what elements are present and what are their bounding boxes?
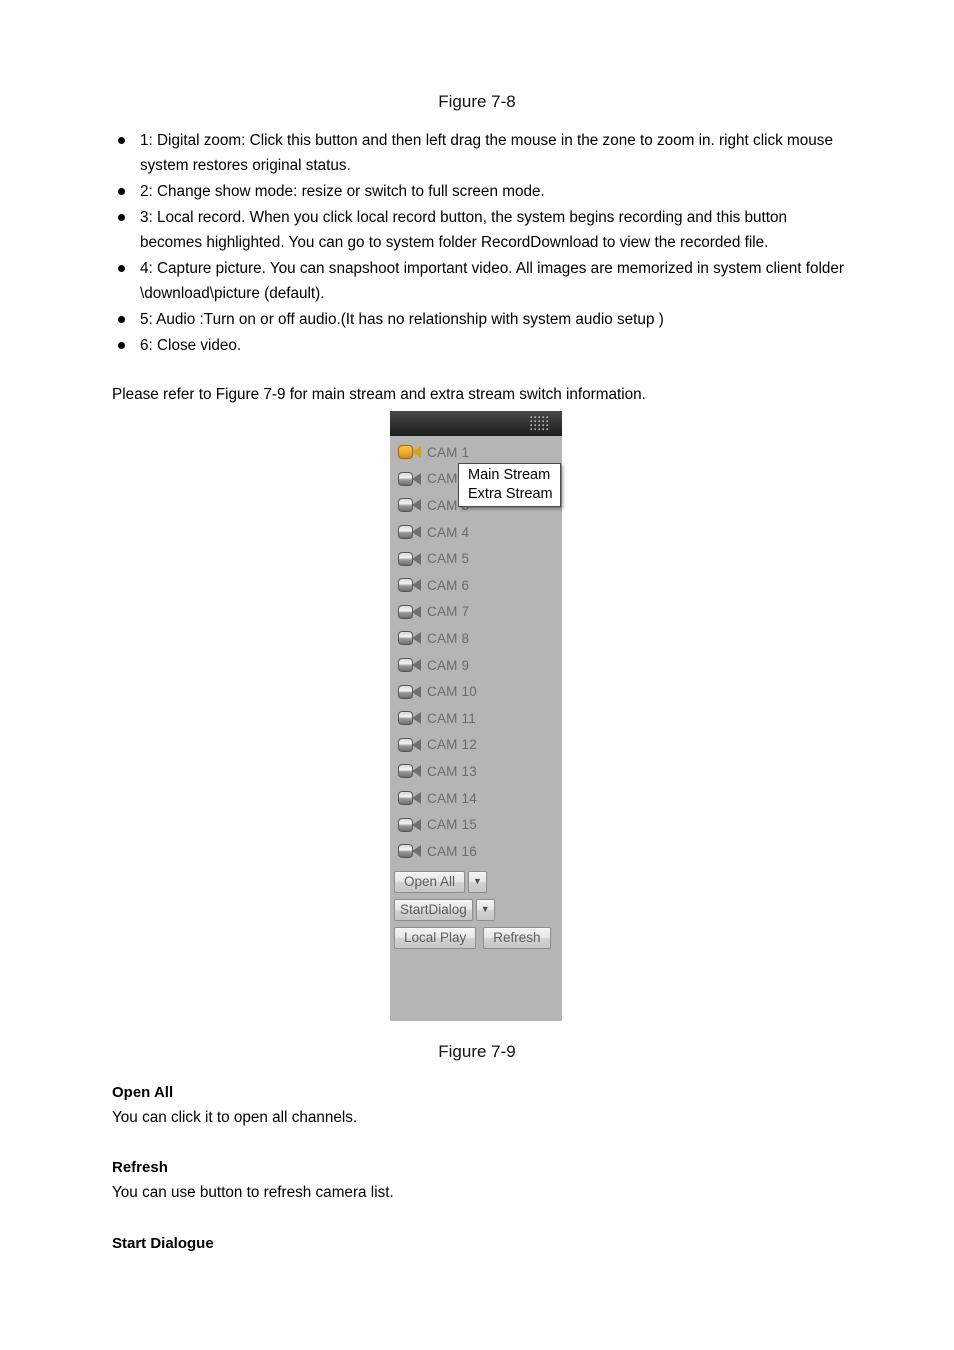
camera-list-item-4[interactable]: CAM 4	[390, 519, 562, 546]
camera-icon	[398, 684, 421, 700]
refer-to-figure-line: Please refer to Figure 7-9 for main stre…	[112, 386, 646, 403]
bullet-dot-icon	[112, 307, 140, 332]
camera-label: CAM 4	[427, 524, 470, 540]
list-item: 4: Capture picture. You can snapshoot im…	[112, 256, 852, 306]
play-refresh-row: Local Play Refresh	[390, 926, 562, 949]
list-item: 2: Change show mode: resize or switch to…	[112, 179, 852, 204]
menu-item-main-stream[interactable]: Main Stream	[459, 466, 560, 485]
camera-label: CAM 6	[427, 577, 470, 593]
camera-label: CAM 12	[427, 737, 477, 753]
camera-list-item-7[interactable]: CAM 7	[390, 599, 562, 626]
camera-icon	[398, 604, 421, 620]
bullet-text: 2: Change show mode: resize or switch to…	[140, 183, 545, 200]
camera-icon	[398, 471, 421, 487]
camera-icon	[398, 577, 421, 593]
bullet-dot-icon	[112, 333, 140, 358]
camera-icon	[398, 497, 421, 513]
list-item: 3: Local record. When you click local re…	[112, 205, 852, 255]
camera-label: CAM 5	[427, 551, 470, 567]
camera-list-panel: CAM 1 CAM 2 CAM 3 CAM 4 CAM 5 CAM 6 CAM …	[390, 411, 562, 1021]
camera-list-item-1[interactable]: CAM 1	[390, 439, 562, 466]
feature-bullet-list: 1: Digital zoom: Click this button and t…	[112, 128, 852, 359]
open-all-dropdown-arrow-icon[interactable]: ▼	[468, 870, 487, 893]
start-dialog-dropdown-arrow-icon[interactable]: ▼	[475, 898, 495, 921]
camera-list-item-12[interactable]: CAM 12	[390, 732, 562, 759]
camera-label: CAM 13	[427, 763, 477, 779]
bullet-dot-icon	[112, 205, 140, 230]
start-dialog-button[interactable]: StartDialog	[394, 898, 473, 921]
open-all-heading: Open All	[112, 1084, 174, 1101]
camera-label: CAM 8	[427, 630, 470, 646]
open-all-description: You can click it to open all channels.	[112, 1109, 358, 1126]
camera-icon	[398, 843, 421, 859]
camera-icon	[398, 444, 421, 460]
figure-7-8-caption: Figure 7-8	[438, 92, 516, 111]
camera-list-item-9[interactable]: CAM 9	[390, 652, 562, 679]
refresh-heading: Refresh	[112, 1159, 168, 1176]
camera-list-item-10[interactable]: CAM 10	[390, 678, 562, 705]
bullet-text: 6: Close video.	[140, 337, 242, 354]
bullet-dot-icon	[112, 179, 140, 204]
bullet-text: 3: Local record. When you click local re…	[140, 209, 788, 251]
open-all-row: Open All ▼	[390, 870, 562, 893]
camera-icon	[398, 710, 421, 726]
camera-label: CAM 14	[427, 790, 477, 806]
refresh-button[interactable]: Refresh	[483, 926, 551, 949]
stream-context-menu: Main Stream Extra Stream	[458, 463, 561, 507]
bullet-text: 5: Audio :Turn on or off audio.(It has n…	[140, 311, 664, 328]
figure-7-9-caption: Figure 7-9	[438, 1042, 516, 1061]
list-item: 1: Digital zoom: Click this button and t…	[112, 128, 852, 178]
camera-label: CAM 15	[427, 817, 477, 833]
camera-list-item-8[interactable]: CAM 8	[390, 625, 562, 652]
open-all-button[interactable]: Open All	[394, 870, 466, 893]
camera-list-item-14[interactable]: CAM 14	[390, 785, 562, 812]
grip-dots-icon[interactable]	[530, 416, 550, 431]
refresh-description: You can use button to refresh camera lis…	[112, 1184, 394, 1201]
camera-list-item-6[interactable]: CAM 6	[390, 572, 562, 599]
panel-header	[390, 411, 562, 436]
camera-label: CAM 16	[427, 843, 477, 859]
camera-icon	[398, 630, 421, 646]
camera-icon	[398, 551, 421, 567]
start-dialog-row: StartDialog ▼	[390, 898, 562, 921]
camera-icon	[398, 524, 421, 540]
bullet-text: 1: Digital zoom: Click this button and t…	[140, 132, 833, 174]
local-play-button[interactable]: Local Play	[394, 926, 477, 949]
camera-list-item-13[interactable]: CAM 13	[390, 758, 562, 785]
camera-icon	[398, 737, 421, 753]
camera-list-item-5[interactable]: CAM 5	[390, 545, 562, 572]
camera-label: CAM 7	[427, 604, 470, 620]
camera-label: CAM 9	[427, 657, 470, 673]
camera-label: CAM 11	[427, 710, 476, 726]
camera-icon	[398, 763, 421, 779]
camera-list-item-16[interactable]: CAM 16	[390, 838, 562, 865]
bullet-text: 4: Capture picture. You can snapshoot im…	[140, 260, 845, 302]
start-dialogue-heading: Start Dialogue	[112, 1235, 214, 1252]
bullet-dot-icon	[112, 256, 140, 281]
camera-icon	[398, 817, 421, 833]
camera-icon	[398, 790, 421, 806]
camera-label: CAM 1	[427, 444, 470, 460]
list-item: 6: Close video.	[112, 333, 852, 358]
camera-label: CAM 10	[427, 684, 477, 700]
camera-list-item-11[interactable]: CAM 11	[390, 705, 562, 732]
camera-icon	[398, 657, 421, 673]
list-item: 5: Audio :Turn on or off audio.(It has n…	[112, 307, 852, 332]
menu-item-extra-stream[interactable]: Extra Stream	[459, 485, 560, 504]
bullet-dot-icon	[112, 128, 140, 153]
camera-list-item-15[interactable]: CAM 15	[390, 811, 562, 838]
